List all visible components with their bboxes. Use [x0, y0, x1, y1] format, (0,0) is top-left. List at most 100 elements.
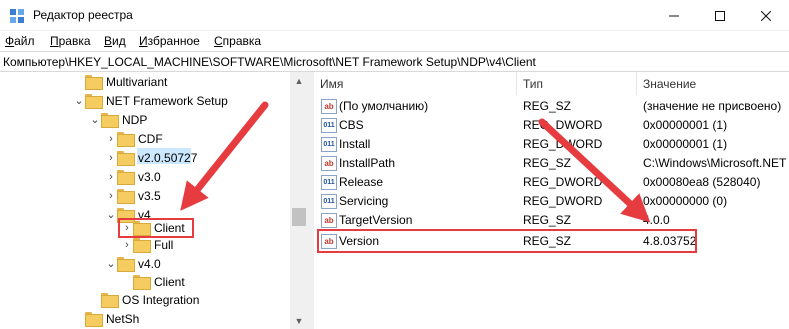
chevron-right-icon[interactable]	[73, 72, 85, 91]
value-row[interactable]: ab InstallPath REG_SZ C:\Windows\Microso…	[314, 154, 789, 173]
value-row[interactable]: 011 CBS REG_DWORD 0x00000001 (1)	[314, 116, 789, 135]
scroll-down-icon[interactable]: ▼	[290, 312, 308, 329]
value-name: CBS	[339, 118, 364, 132]
tree-node-net-framework-setup[interactable]: ⌄ NET Framework Setup	[73, 91, 228, 110]
tree-node-v2[interactable]: › v2.0.50727	[105, 148, 197, 167]
menu-help[interactable]: Справка	[214, 34, 261, 48]
string-value-icon: ab	[321, 156, 337, 171]
chevron-right-icon[interactable]: ›	[105, 129, 117, 148]
address-bar[interactable]: Компьютер\HKEY_LOCAL_MACHINE\SOFTWARE\Mi…	[0, 51, 789, 72]
menu-file[interactable]: Файл	[5, 34, 35, 48]
chevron-down-icon[interactable]: ⌄	[105, 254, 117, 273]
scroll-up-icon[interactable]: ▲	[290, 72, 308, 89]
value-row[interactable]: 011 Servicing REG_DWORD 0x00000000 (0)	[314, 192, 789, 211]
tree-chevron-spacer	[121, 272, 133, 291]
column-header-type[interactable]: Тип	[517, 72, 637, 95]
value-data: C:\Windows\Microsoft.NET	[643, 156, 787, 170]
chevron-down-icon[interactable]: ⌄	[105, 205, 117, 224]
tree-node-label: NDP	[122, 112, 148, 127]
value-type: REG_DWORD	[523, 118, 603, 132]
value-row[interactable]: ab TargetVersion REG_SZ 4.0.0	[314, 211, 789, 230]
column-header-name[interactable]: Имя	[314, 72, 517, 95]
value-type: REG_DWORD	[523, 194, 603, 208]
menu-help-access-key: С	[214, 34, 223, 48]
tree-node-label: NET Framework Setup	[106, 93, 228, 108]
menu-help-label: правка	[222, 34, 262, 48]
value-name: Release	[339, 175, 384, 189]
value-row[interactable]: 011 Release REG_DWORD 0x00080ea8 (528040…	[314, 173, 789, 192]
value-name: Servicing	[339, 194, 389, 208]
menu-view-label: ид	[112, 34, 126, 48]
menu-file-label: айл	[14, 34, 35, 48]
folder-icon	[133, 238, 151, 253]
tree-node-label: NetSh	[106, 311, 140, 326]
folder-icon	[85, 312, 103, 327]
tree-scrollbar[interactable]	[290, 72, 308, 329]
tree-scrollbar-thumb[interactable]	[292, 208, 306, 226]
menu-file-access-key: Ф	[5, 34, 15, 48]
tree-node-multivariant[interactable]: Multivariant	[73, 72, 167, 91]
folder-icon	[85, 75, 103, 90]
value-data: 0x00000001 (1)	[643, 118, 728, 132]
tree-node-label: Client	[154, 274, 185, 289]
minimize-button[interactable]	[651, 0, 697, 31]
chevron-right-icon[interactable]: ›	[105, 148, 117, 167]
chevron-right-icon[interactable]: ›	[105, 167, 117, 186]
selected-node-highlight-box	[118, 218, 194, 238]
value-type: REG_DWORD	[523, 137, 603, 151]
tree-node-label: v3.0	[138, 169, 161, 184]
tree-node-label: Multivariant	[106, 74, 168, 89]
menu-bar: Файл Правка Вид Избранное Справка	[0, 31, 789, 51]
chevron-right-icon[interactable]: ›	[105, 186, 117, 205]
string-value-icon: ab	[321, 99, 337, 114]
menu-edit[interactable]: Правка	[50, 34, 91, 48]
dword-value-icon: 011	[321, 194, 337, 209]
folder-icon	[117, 132, 135, 147]
menu-view[interactable]: Вид	[104, 34, 126, 48]
menu-edit-access-key: П	[50, 34, 59, 48]
value-type: REG_DWORD	[523, 175, 603, 189]
address-path: Компьютер\HKEY_LOCAL_MACHINE\SOFTWARE\Mi…	[3, 55, 536, 69]
tree-node-label: Full	[154, 237, 174, 252]
tree-node-label: v3.5	[138, 188, 161, 203]
folder-icon	[85, 94, 103, 109]
value-data: 0x00000001 (1)	[643, 137, 728, 151]
tree-node-label: OS Integration	[122, 292, 200, 307]
tree-node-os-integration[interactable]: OS Integration	[89, 290, 199, 309]
menu-view-access-key: В	[104, 34, 113, 48]
string-value-icon: ab	[321, 213, 337, 228]
tree-node-v3-0[interactable]: › v3.0	[105, 167, 161, 186]
tree-chevron-spacer	[73, 309, 85, 328]
tree-node-cdf[interactable]: › CDF	[105, 129, 163, 148]
title-bar: Редактор реестра	[0, 0, 789, 31]
close-button[interactable]	[743, 0, 789, 31]
maximize-icon	[715, 10, 725, 21]
folder-icon	[117, 170, 135, 185]
value-type: REG_SZ	[523, 156, 572, 170]
registry-editor-icon	[10, 9, 24, 23]
menu-favorites-access-key: И	[139, 34, 148, 48]
value-name: (По умолчанию)	[339, 99, 429, 113]
value-type: REG_SZ	[523, 99, 572, 113]
tree-node-v4-0[interactable]: ⌄ v4.0	[105, 254, 161, 273]
tree-node-label: v2.0.50727	[138, 150, 198, 165]
folder-icon	[117, 151, 135, 166]
value-row[interactable]: ab (По умолчанию) REG_SZ (значение не пр…	[314, 97, 789, 116]
maximize-button[interactable]	[697, 0, 743, 31]
value-data: 0x00080ea8 (528040)	[643, 175, 761, 189]
chevron-down-icon[interactable]: ⌄	[73, 91, 85, 110]
value-data: (значение не присвоено)	[643, 99, 782, 113]
tree-node-ndp[interactable]: ⌄ NDP	[89, 110, 147, 129]
menu-favorites[interactable]: Избранное	[139, 34, 200, 48]
value-data: 0x00000000 (0)	[643, 194, 728, 208]
key-tree: Multivariant ⌄ NET Framework Setup ⌄ NDP…	[0, 72, 308, 329]
folder-icon	[133, 275, 151, 290]
value-row[interactable]: 011 Install REG_DWORD 0x00000001 (1)	[314, 135, 789, 154]
tree-node-netsh[interactable]: NetSh	[73, 309, 139, 328]
window-title: Редактор реестра	[33, 8, 133, 22]
chevron-down-icon[interactable]: ⌄	[89, 110, 101, 129]
tree-node-v3-5[interactable]: › v3.5	[105, 186, 161, 205]
value-list: Имя Тип Значение ab (По умолчанию) REG_S…	[314, 72, 789, 329]
column-header-value[interactable]: Значение	[637, 72, 789, 95]
tree-node-v4-0-client[interactable]: Client	[121, 272, 185, 291]
